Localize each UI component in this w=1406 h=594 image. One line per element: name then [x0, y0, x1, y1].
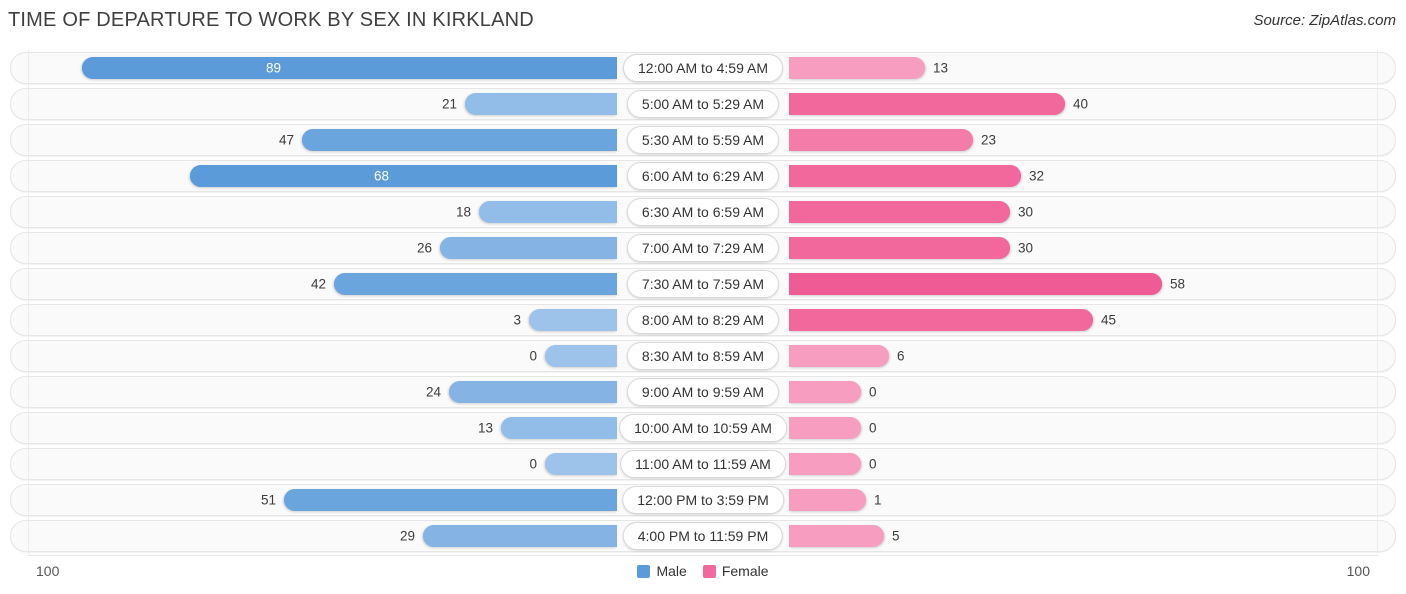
- value-label-female: 45: [1101, 312, 1117, 328]
- chart-footer: 100 100 Male Female: [0, 555, 1406, 594]
- bar-female[interactable]: [789, 165, 1021, 187]
- bar-male[interactable]: [545, 345, 617, 367]
- value-label-male: 68: [374, 168, 390, 184]
- legend-label-male: Male: [656, 563, 687, 579]
- legend-item-female[interactable]: Female: [702, 563, 769, 579]
- value-label-male: 24: [425, 384, 441, 400]
- bar-male[interactable]: [190, 165, 617, 187]
- value-label-male: 42: [310, 276, 326, 292]
- page-title: TIME OF DEPARTURE TO WORK BY SEX IN KIRK…: [8, 9, 534, 31]
- value-label-female: 30: [1018, 240, 1034, 256]
- value-label-male: 47: [278, 132, 294, 148]
- value-label-female: 0: [869, 456, 877, 472]
- legend-swatch-male-icon: [637, 564, 651, 578]
- source-attribution: Source: ZipAtlas.com: [1253, 12, 1396, 29]
- bar-female[interactable]: [789, 273, 1162, 295]
- chart-row: 42 58 7:30 AM to 7:59 AM: [0, 266, 1406, 302]
- chart-legend: Male Female: [0, 563, 1406, 579]
- category-label-pill: 6:30 AM to 6:59 AM: [626, 198, 780, 226]
- value-label-female: 6: [897, 348, 905, 364]
- bar-female[interactable]: [789, 525, 884, 547]
- value-label-male: 26: [416, 240, 432, 256]
- value-label-male: 51: [260, 492, 276, 508]
- value-label-male: 13: [477, 420, 493, 436]
- value-label-female: 0: [869, 384, 877, 400]
- bar-male[interactable]: [479, 201, 617, 223]
- bar-female[interactable]: [789, 57, 925, 79]
- chart-row: 89 13 12:00 AM to 4:59 AM: [0, 50, 1406, 86]
- value-label-male: 3: [513, 312, 521, 328]
- category-label-pill: 8:00 AM to 8:29 AM: [626, 306, 780, 334]
- value-label-female: 13: [933, 60, 949, 76]
- value-label-female: 30: [1018, 204, 1034, 220]
- chart-row: 29 5 4:00 PM to 11:59 PM: [0, 518, 1406, 554]
- category-label-pill: 6:00 AM to 6:29 AM: [626, 162, 780, 190]
- category-label-pill: 7:00 AM to 7:29 AM: [626, 234, 780, 262]
- legend-label-female: Female: [721, 563, 769, 579]
- category-label-pill: 5:00 AM to 5:29 AM: [626, 90, 780, 118]
- category-label-pill: 10:00 AM to 10:59 AM: [619, 414, 787, 442]
- chart-row: 51 1 12:00 PM to 3:59 PM: [0, 482, 1406, 518]
- bar-female[interactable]: [789, 93, 1065, 115]
- value-label-female: 0: [869, 420, 877, 436]
- category-label-pill: 11:00 AM to 11:59 AM: [620, 450, 786, 478]
- footer-divider: [28, 555, 1378, 556]
- category-label-pill: 12:00 PM to 3:59 PM: [622, 486, 784, 514]
- legend-item-male[interactable]: Male: [637, 563, 687, 579]
- value-label-female: 58: [1170, 276, 1186, 292]
- bar-male[interactable]: [465, 93, 617, 115]
- bar-male[interactable]: [545, 453, 617, 475]
- value-label-male: 0: [529, 348, 537, 364]
- value-label-male: 21: [441, 96, 457, 112]
- diverging-bar-chart: 89 13 12:00 AM to 4:59 AM 21 40 5:00 AM to 5:…: [0, 50, 1406, 555]
- category-label-pill: 9:00 AM to 9:59 AM: [626, 378, 780, 406]
- chart-row: 0 0 11:00 AM to 11:59 AM: [0, 446, 1406, 482]
- bar-male[interactable]: [82, 57, 617, 79]
- legend-swatch-female-icon: [702, 564, 716, 578]
- chart-row: 21 40 5:00 AM to 5:29 AM: [0, 86, 1406, 122]
- chart-row: 18 30 6:30 AM to 6:59 AM: [0, 194, 1406, 230]
- category-label-pill: 7:30 AM to 7:59 AM: [626, 270, 780, 298]
- bar-male[interactable]: [334, 273, 617, 295]
- bar-male[interactable]: [423, 525, 617, 547]
- chart-row: 26 30 7:00 AM to 7:29 AM: [0, 230, 1406, 266]
- value-label-male: 18: [455, 204, 471, 220]
- category-label-pill: 12:00 AM to 4:59 AM: [623, 54, 783, 82]
- value-label-male: 89: [266, 60, 282, 76]
- bar-female[interactable]: [789, 345, 889, 367]
- bar-male[interactable]: [302, 129, 617, 151]
- category-label-pill: 5:30 AM to 5:59 AM: [626, 126, 780, 154]
- bar-male[interactable]: [284, 489, 617, 511]
- chart-page: TIME OF DEPARTURE TO WORK BY SEX IN KIRK…: [0, 0, 1406, 594]
- chart-row: 3 45 8:00 AM to 8:29 AM: [0, 302, 1406, 338]
- category-label-pill: 8:30 AM to 8:59 AM: [626, 342, 780, 370]
- chart-row: 47 23 5:30 AM to 5:59 AM: [0, 122, 1406, 158]
- bar-male[interactable]: [529, 309, 617, 331]
- value-label-female: 32: [1029, 168, 1045, 184]
- bar-female[interactable]: [789, 453, 861, 475]
- bar-female[interactable]: [789, 129, 973, 151]
- chart-row: 13 0 10:00 AM to 10:59 AM: [0, 410, 1406, 446]
- bar-male[interactable]: [501, 417, 617, 439]
- bar-female[interactable]: [789, 417, 861, 439]
- value-label-female: 23: [981, 132, 997, 148]
- category-label-pill: 4:00 PM to 11:59 PM: [622, 522, 784, 550]
- value-label-female: 40: [1073, 96, 1089, 112]
- value-label-female: 1: [874, 492, 882, 508]
- bar-male[interactable]: [440, 237, 617, 259]
- value-label-male: 29: [399, 528, 415, 544]
- bar-female[interactable]: [789, 489, 866, 511]
- value-label-male: 0: [529, 456, 537, 472]
- chart-row: 24 0 9:00 AM to 9:59 AM: [0, 374, 1406, 410]
- bar-female[interactable]: [789, 309, 1093, 331]
- bar-female[interactable]: [789, 201, 1010, 223]
- value-label-female: 5: [892, 528, 900, 544]
- bar-male[interactable]: [449, 381, 617, 403]
- bar-female[interactable]: [789, 237, 1010, 259]
- bar-female[interactable]: [789, 381, 861, 403]
- chart-row: 68 32 6:00 AM to 6:29 AM: [0, 158, 1406, 194]
- chart-row: 0 6 8:30 AM to 8:59 AM: [0, 338, 1406, 374]
